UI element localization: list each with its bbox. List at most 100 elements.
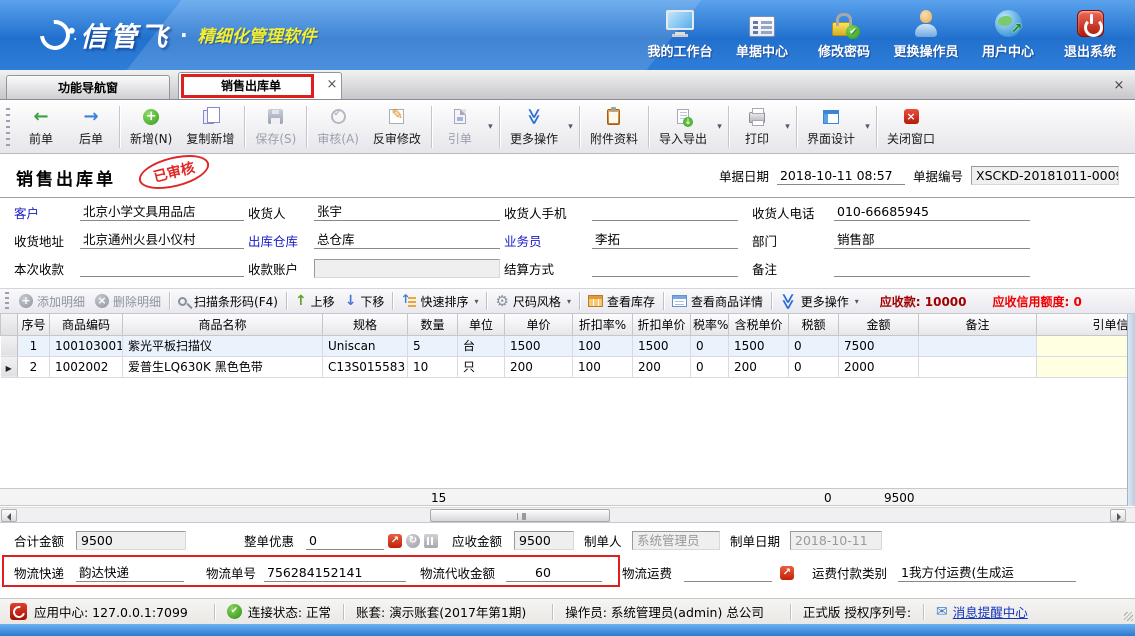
horizontal-scrollbar[interactable]: [0, 507, 1135, 523]
audit-button[interactable]: 审核(A): [310, 104, 366, 150]
nav-change-operator[interactable]: 更换操作员: [885, 7, 967, 60]
cell[interactable]: 100: [573, 356, 633, 377]
scroll-right-arrow[interactable]: [1110, 509, 1126, 522]
add-new-button[interactable]: 新增(N): [123, 104, 179, 150]
customer-field[interactable]: 北京小学文具用品店: [80, 203, 244, 221]
save-button[interactable]: 保存(S): [248, 104, 303, 150]
cell[interactable]: 0: [789, 356, 839, 377]
freight-tool-icon[interactable]: [780, 566, 794, 580]
warehouse-field[interactable]: 总仓库: [314, 231, 500, 249]
col-header[interactable]: 含税单价: [729, 314, 789, 335]
col-header[interactable]: 折扣率%: [573, 314, 633, 335]
dropdown-arrow-icon[interactable]: [782, 104, 793, 150]
doc-date-field[interactable]: 2018-10-11 08:57: [777, 167, 905, 185]
cell[interactable]: 7500: [839, 335, 919, 356]
receiver-field[interactable]: 张宇: [314, 203, 500, 221]
cell[interactable]: 1: [18, 335, 50, 356]
toolbar-grip[interactable]: [5, 292, 9, 310]
quick-sort-button[interactable]: 快速排序: [396, 290, 483, 312]
prev-doc-button[interactable]: 前单: [16, 104, 66, 150]
col-header[interactable]: 序号: [18, 314, 50, 335]
nav-change-password[interactable]: 修改密码: [803, 7, 885, 60]
col-header[interactable]: 商品名称: [123, 314, 323, 335]
salesman-field[interactable]: 李拓: [592, 231, 738, 249]
cell[interactable]: 200: [633, 356, 691, 377]
cell[interactable]: 5: [408, 335, 458, 356]
row-selector[interactable]: [1, 335, 18, 356]
scrollbar-thumb[interactable]: [430, 509, 610, 522]
col-header[interactable]: 金额: [839, 314, 919, 335]
move-up-button[interactable]: 上移: [290, 290, 340, 312]
cell[interactable]: 爱普生LQ630K 黑色色带: [123, 356, 323, 377]
nav-exit-system[interactable]: 退出系统: [1049, 7, 1131, 60]
customer-label[interactable]: 客户: [14, 203, 80, 222]
copy-new-button[interactable]: 复制新增: [179, 104, 241, 150]
tracking-no-field[interactable]: 756284152141: [264, 564, 406, 582]
col-header[interactable]: 引单信息: [1037, 314, 1128, 335]
attachments-button[interactable]: 附件资料: [583, 104, 645, 150]
next-doc-button[interactable]: 后单: [66, 104, 116, 150]
tab-close-icon[interactable]: [323, 77, 341, 95]
resize-grip-icon[interactable]: [1124, 612, 1133, 621]
scroll-left-arrow[interactable]: [1, 509, 17, 522]
cell[interactable]: 1500: [633, 335, 691, 356]
cell[interactable]: 100103001: [50, 335, 123, 356]
cell[interactable]: 100: [573, 335, 633, 356]
remark-field[interactable]: [834, 259, 1030, 277]
cell[interactable]: 紫光平板扫描仪: [123, 335, 323, 356]
cell[interactable]: 200: [505, 356, 573, 377]
express-field[interactable]: 韵达快递: [76, 564, 184, 582]
ui-design-button[interactable]: 界面设计: [800, 104, 862, 150]
print-button[interactable]: 打印: [732, 104, 782, 150]
cell[interactable]: 台: [458, 335, 505, 356]
tab-function-navigator[interactable]: 功能导航窗: [6, 75, 170, 99]
receiver-phone-field[interactable]: 010-66685945: [834, 203, 1030, 221]
order-discount-field[interactable]: 0: [306, 532, 384, 550]
discount-tool-icon[interactable]: [424, 534, 438, 548]
col-header[interactable]: 税率%: [691, 314, 729, 335]
freight-field[interactable]: [684, 564, 772, 582]
freight-type-field[interactable]: 1我方付运费(生成运: [898, 564, 1076, 582]
add-line-button[interactable]: 添加明细: [14, 290, 90, 312]
dept-field[interactable]: 销售部: [834, 231, 1030, 249]
more-actions-button[interactable]: 更多操作: [503, 104, 565, 150]
col-header[interactable]: 备注: [919, 314, 1037, 335]
cod-amount-field[interactable]: 60: [506, 564, 602, 582]
salesman-label[interactable]: 业务员: [504, 231, 592, 250]
col-header[interactable]: 数量: [408, 314, 458, 335]
cell[interactable]: 1002002: [50, 356, 123, 377]
receiver-mobile-field[interactable]: [592, 203, 738, 221]
message-center-link[interactable]: 消息提醒中心: [953, 602, 1028, 621]
detail-more-actions-button[interactable]: 更多操作: [775, 290, 864, 312]
move-down-button[interactable]: 下移: [340, 290, 390, 312]
view-product-detail-button[interactable]: 查看商品详情: [667, 290, 768, 312]
cell[interactable]: [919, 335, 1037, 356]
warehouse-label[interactable]: 出库仓库: [248, 231, 314, 250]
import-export-button[interactable]: 导入导出: [652, 104, 714, 150]
payment-field[interactable]: [80, 259, 244, 277]
vertical-scrollbar[interactable]: [1127, 314, 1135, 506]
toolbar-grip[interactable]: [6, 108, 10, 146]
tab-sales-outbound[interactable]: 销售出库单: [178, 72, 342, 99]
col-header[interactable]: 商品编码: [50, 314, 123, 335]
delete-line-button[interactable]: 删除明细: [90, 290, 166, 312]
nav-user-center[interactable]: 用户中心: [967, 7, 1049, 60]
cell[interactable]: 200: [729, 356, 789, 377]
dropdown-arrow-icon[interactable]: [862, 104, 873, 150]
reset-discount-icon[interactable]: [406, 534, 420, 548]
col-header[interactable]: 规格: [323, 314, 408, 335]
dropdown-arrow-icon[interactable]: [485, 104, 496, 150]
settle-field[interactable]: [592, 259, 738, 277]
cell[interactable]: [1037, 335, 1128, 356]
col-header[interactable]: 税额: [789, 314, 839, 335]
cell[interactable]: [919, 356, 1037, 377]
size-style-button[interactable]: 尺码风格: [490, 290, 575, 312]
cell[interactable]: Uniscan: [323, 335, 408, 356]
col-header[interactable]: 单价: [505, 314, 573, 335]
view-stock-button[interactable]: 查看库存: [583, 290, 660, 312]
cell[interactable]: 1500: [729, 335, 789, 356]
cell[interactable]: 0: [691, 356, 729, 377]
dropdown-arrow-icon[interactable]: [714, 104, 725, 150]
cell[interactable]: C13S015583: [323, 356, 408, 377]
cell[interactable]: [1037, 356, 1128, 377]
